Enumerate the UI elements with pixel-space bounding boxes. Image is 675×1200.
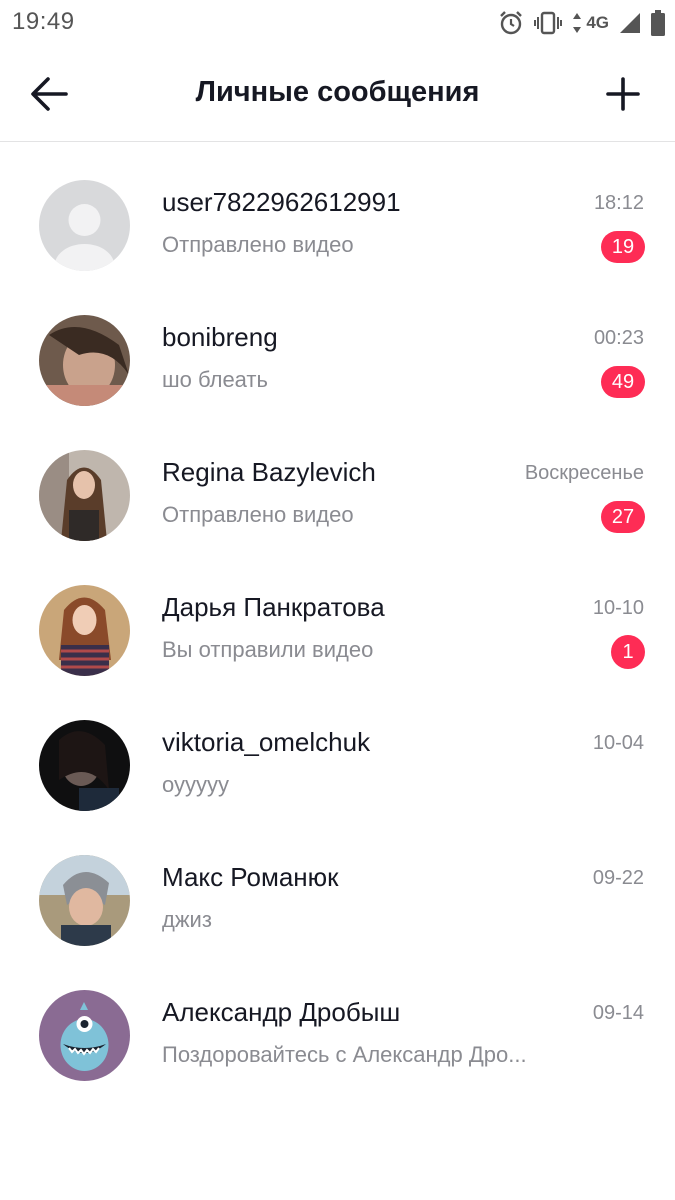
network-type: 4G: [586, 13, 609, 32]
alarm-icon: [498, 10, 524, 36]
conversation-name: user7822962612991: [162, 187, 401, 217]
conversation-name: Regina Bazylevich: [162, 457, 376, 487]
conversation-item[interactable]: Александр Дробыш Поздоровайтесь с Алекса…: [0, 953, 675, 1088]
default-avatar: [39, 180, 130, 271]
plus-icon: [606, 77, 640, 111]
conversation-preview: Вы отправили видео: [162, 637, 374, 662]
conversation-time: 10-10: [592, 597, 644, 619]
unread-badge: 49: [601, 366, 645, 398]
photo-avatar: [39, 720, 130, 811]
conversation-preview: Отправлено видео: [162, 232, 354, 257]
unread-badge: 1: [611, 635, 645, 669]
conversation-item[interactable]: viktoria_omelchuk оууууу 10-04: [0, 683, 675, 818]
conversation-preview: оууууу: [162, 772, 229, 797]
monster-avatar: [39, 990, 130, 1081]
page-title: Личные сообщения: [195, 76, 480, 108]
data-arrows-icon: [572, 12, 582, 34]
photo-avatar: [39, 585, 130, 676]
status-time: 19:49: [12, 8, 75, 35]
conversation-time: 18:12: [593, 192, 644, 214]
conversation-item[interactable]: Дарья Панкратова Вы отправили видео 10-1…: [0, 548, 675, 683]
conversation-time: Воскресенье: [524, 462, 644, 484]
conversation-item[interactable]: bonibreng шо блеать 00:23 49: [0, 278, 675, 413]
conversation-time: 10-04: [592, 732, 644, 754]
unread-badge: 27: [601, 501, 645, 533]
conversation-name: bonibreng: [162, 322, 278, 352]
conversation-time: 09-22: [592, 867, 644, 889]
conversation-item[interactable]: Regina Bazylevich Отправлено видео Воскр…: [0, 413, 675, 548]
conversation-preview: шо блеать: [162, 367, 268, 392]
photo-avatar: [39, 450, 130, 541]
photo-avatar: [39, 315, 130, 406]
conversation-time: 09-14: [592, 1002, 644, 1024]
status-icons: 4G: [498, 9, 665, 37]
conversation-preview: Отправлено видео: [162, 502, 354, 527]
conversation-list: user7822962612991 Отправлено видео 18:12…: [0, 143, 675, 1088]
conversation-preview: джиз: [162, 907, 212, 932]
conversation-name: viktoria_omelchuk: [162, 727, 371, 757]
signal-icon: [619, 12, 641, 34]
new-message-button[interactable]: [603, 74, 643, 114]
conversation-item[interactable]: Макс Романюк джиз 09-22: [0, 818, 675, 953]
conversation-name: Макс Романюк: [162, 862, 339, 892]
unread-badge: 19: [601, 231, 645, 263]
battery-icon: [651, 10, 665, 36]
conversation-item[interactable]: user7822962612991 Отправлено видео 18:12…: [0, 143, 675, 278]
conversation-preview: Поздоровайтесь с Александр Дро...: [162, 1042, 527, 1067]
photo-avatar: [39, 855, 130, 946]
conversation-name: Александр Дробыш: [162, 997, 401, 1027]
conversation-time: 00:23: [593, 327, 644, 349]
conversation-name: Дарья Панкратова: [162, 592, 385, 622]
status-bar: 19:49 4G: [0, 0, 675, 46]
header: Личные сообщения: [0, 46, 675, 142]
vibrate-icon: [534, 11, 563, 35]
